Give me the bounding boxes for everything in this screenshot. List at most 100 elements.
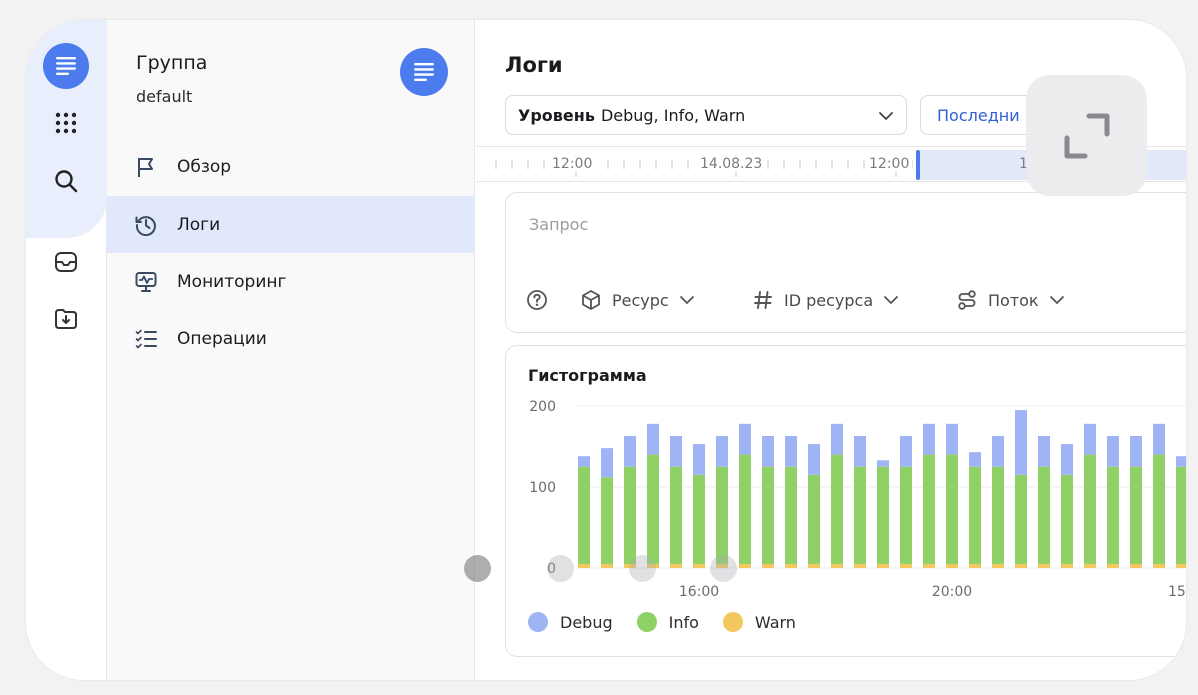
bar-debug[interactable] <box>624 435 636 467</box>
bar-debug[interactable] <box>601 448 613 478</box>
bar-debug[interactable] <box>1084 423 1096 455</box>
bar-debug[interactable] <box>1153 423 1165 455</box>
logs-service-icon[interactable] <box>400 48 448 96</box>
bar-debug[interactable] <box>1038 435 1050 467</box>
bar-warn[interactable] <box>923 563 935 568</box>
bar-info[interactable] <box>762 466 774 564</box>
bar-debug[interactable] <box>923 423 935 455</box>
bar-info[interactable] <box>693 474 705 564</box>
folder-download-icon[interactable] <box>43 296 89 342</box>
apps-grid-icon[interactable] <box>43 100 89 146</box>
filter-resource-id[interactable]: ID ресурса <box>752 289 899 311</box>
bar-debug[interactable] <box>1130 435 1142 467</box>
timeline-selection-handle[interactable] <box>916 150 920 180</box>
bar-debug[interactable] <box>1061 444 1073 475</box>
bar-warn[interactable] <box>1015 563 1027 568</box>
bar-debug[interactable] <box>716 435 728 467</box>
bar-info[interactable] <box>1038 466 1050 564</box>
bar-info[interactable] <box>647 454 659 564</box>
bar-warn[interactable] <box>969 563 981 568</box>
bar-info[interactable] <box>1130 466 1142 564</box>
bar-warn[interactable] <box>578 563 590 568</box>
bar-debug[interactable] <box>808 444 820 475</box>
histogram-chart[interactable]: 010020016:0020:0015.08 <box>506 392 1186 632</box>
bar-info[interactable] <box>969 466 981 564</box>
bar-debug[interactable] <box>877 460 889 467</box>
sidebar-item-operations[interactable]: Операции <box>107 310 475 367</box>
help-icon[interactable] <box>526 289 548 311</box>
search-icon[interactable] <box>43 158 89 204</box>
bar-debug[interactable] <box>1176 456 1186 467</box>
bar-debug[interactable] <box>670 435 682 467</box>
bar-info[interactable] <box>877 466 889 564</box>
bar-info[interactable] <box>1107 466 1119 564</box>
bar-warn[interactable] <box>1130 563 1142 568</box>
legend-item-info[interactable]: Info <box>636 612 699 632</box>
bar-info[interactable] <box>900 466 912 564</box>
legend-item-warn[interactable]: Warn <box>722 612 796 632</box>
filter-stream[interactable]: Поток <box>956 289 1065 311</box>
filter-resource[interactable]: Ресурс <box>580 289 695 311</box>
bar-debug[interactable] <box>762 435 774 467</box>
bar-info[interactable] <box>624 466 636 564</box>
bar-info[interactable] <box>1015 474 1027 564</box>
bar-info[interactable] <box>1153 454 1165 564</box>
legend-item-debug[interactable]: Debug <box>528 612 613 632</box>
bar-warn[interactable] <box>1061 563 1073 568</box>
sidebar-item-overview[interactable]: Обзор <box>107 138 475 195</box>
bar-warn[interactable] <box>670 563 682 568</box>
bar-info[interactable] <box>854 466 866 564</box>
bar-debug[interactable] <box>785 435 797 467</box>
bar-debug[interactable] <box>647 423 659 455</box>
bar-debug[interactable] <box>1015 410 1027 475</box>
bar-info[interactable] <box>808 474 820 564</box>
query-input[interactable]: Запрос <box>529 215 588 234</box>
bar-info[interactable] <box>601 477 613 564</box>
logs-icon[interactable] <box>43 43 89 89</box>
bar-warn[interactable] <box>762 563 774 568</box>
bar-warn[interactable] <box>946 563 958 568</box>
bar-warn[interactable] <box>739 563 751 568</box>
bar-debug[interactable] <box>946 423 958 455</box>
bar-info[interactable] <box>1176 466 1186 564</box>
bar-debug[interactable] <box>854 435 866 467</box>
bar-warn[interactable] <box>1084 563 1096 568</box>
bar-warn[interactable] <box>992 563 1004 568</box>
bar-info[interactable] <box>1061 474 1073 564</box>
bar-debug[interactable] <box>1107 435 1119 467</box>
bar-warn[interactable] <box>877 563 889 568</box>
bar-info[interactable] <box>992 466 1004 564</box>
bar-warn[interactable] <box>785 563 797 568</box>
level-select[interactable]: Уровень Debug, Info, Warn <box>505 95 907 135</box>
bar-debug[interactable] <box>739 423 751 455</box>
bar-warn[interactable] <box>1153 563 1165 568</box>
inbox-icon[interactable] <box>43 239 89 285</box>
bar-debug[interactable] <box>992 435 1004 467</box>
bar-debug[interactable] <box>900 435 912 467</box>
bar-warn[interactable] <box>831 563 843 568</box>
bar-warn[interactable] <box>601 563 613 568</box>
sidebar-item-monitoring[interactable]: Мониторинг <box>107 253 475 310</box>
bar-info[interactable] <box>578 466 590 564</box>
bar-info[interactable] <box>831 454 843 564</box>
bar-warn[interactable] <box>854 563 866 568</box>
bar-warn[interactable] <box>808 563 820 568</box>
bar-debug[interactable] <box>578 456 590 467</box>
bar-info[interactable] <box>739 454 751 564</box>
bar-warn[interactable] <box>693 563 705 568</box>
bar-warn[interactable] <box>900 563 912 568</box>
bar-warn[interactable] <box>1038 563 1050 568</box>
bar-info[interactable] <box>670 466 682 564</box>
bar-info[interactable] <box>946 454 958 564</box>
expand-icon[interactable] <box>1026 75 1147 196</box>
bar-debug[interactable] <box>831 423 843 455</box>
sidebar-item-logs[interactable]: Логи <box>107 196 475 253</box>
bar-info[interactable] <box>716 466 728 564</box>
bar-info[interactable] <box>923 454 935 564</box>
bar-warn[interactable] <box>1107 563 1119 568</box>
bar-debug[interactable] <box>693 444 705 475</box>
bar-info[interactable] <box>785 466 797 564</box>
bar-info[interactable] <box>1084 454 1096 564</box>
bar-debug[interactable] <box>969 452 981 467</box>
bar-warn[interactable] <box>1176 563 1186 568</box>
